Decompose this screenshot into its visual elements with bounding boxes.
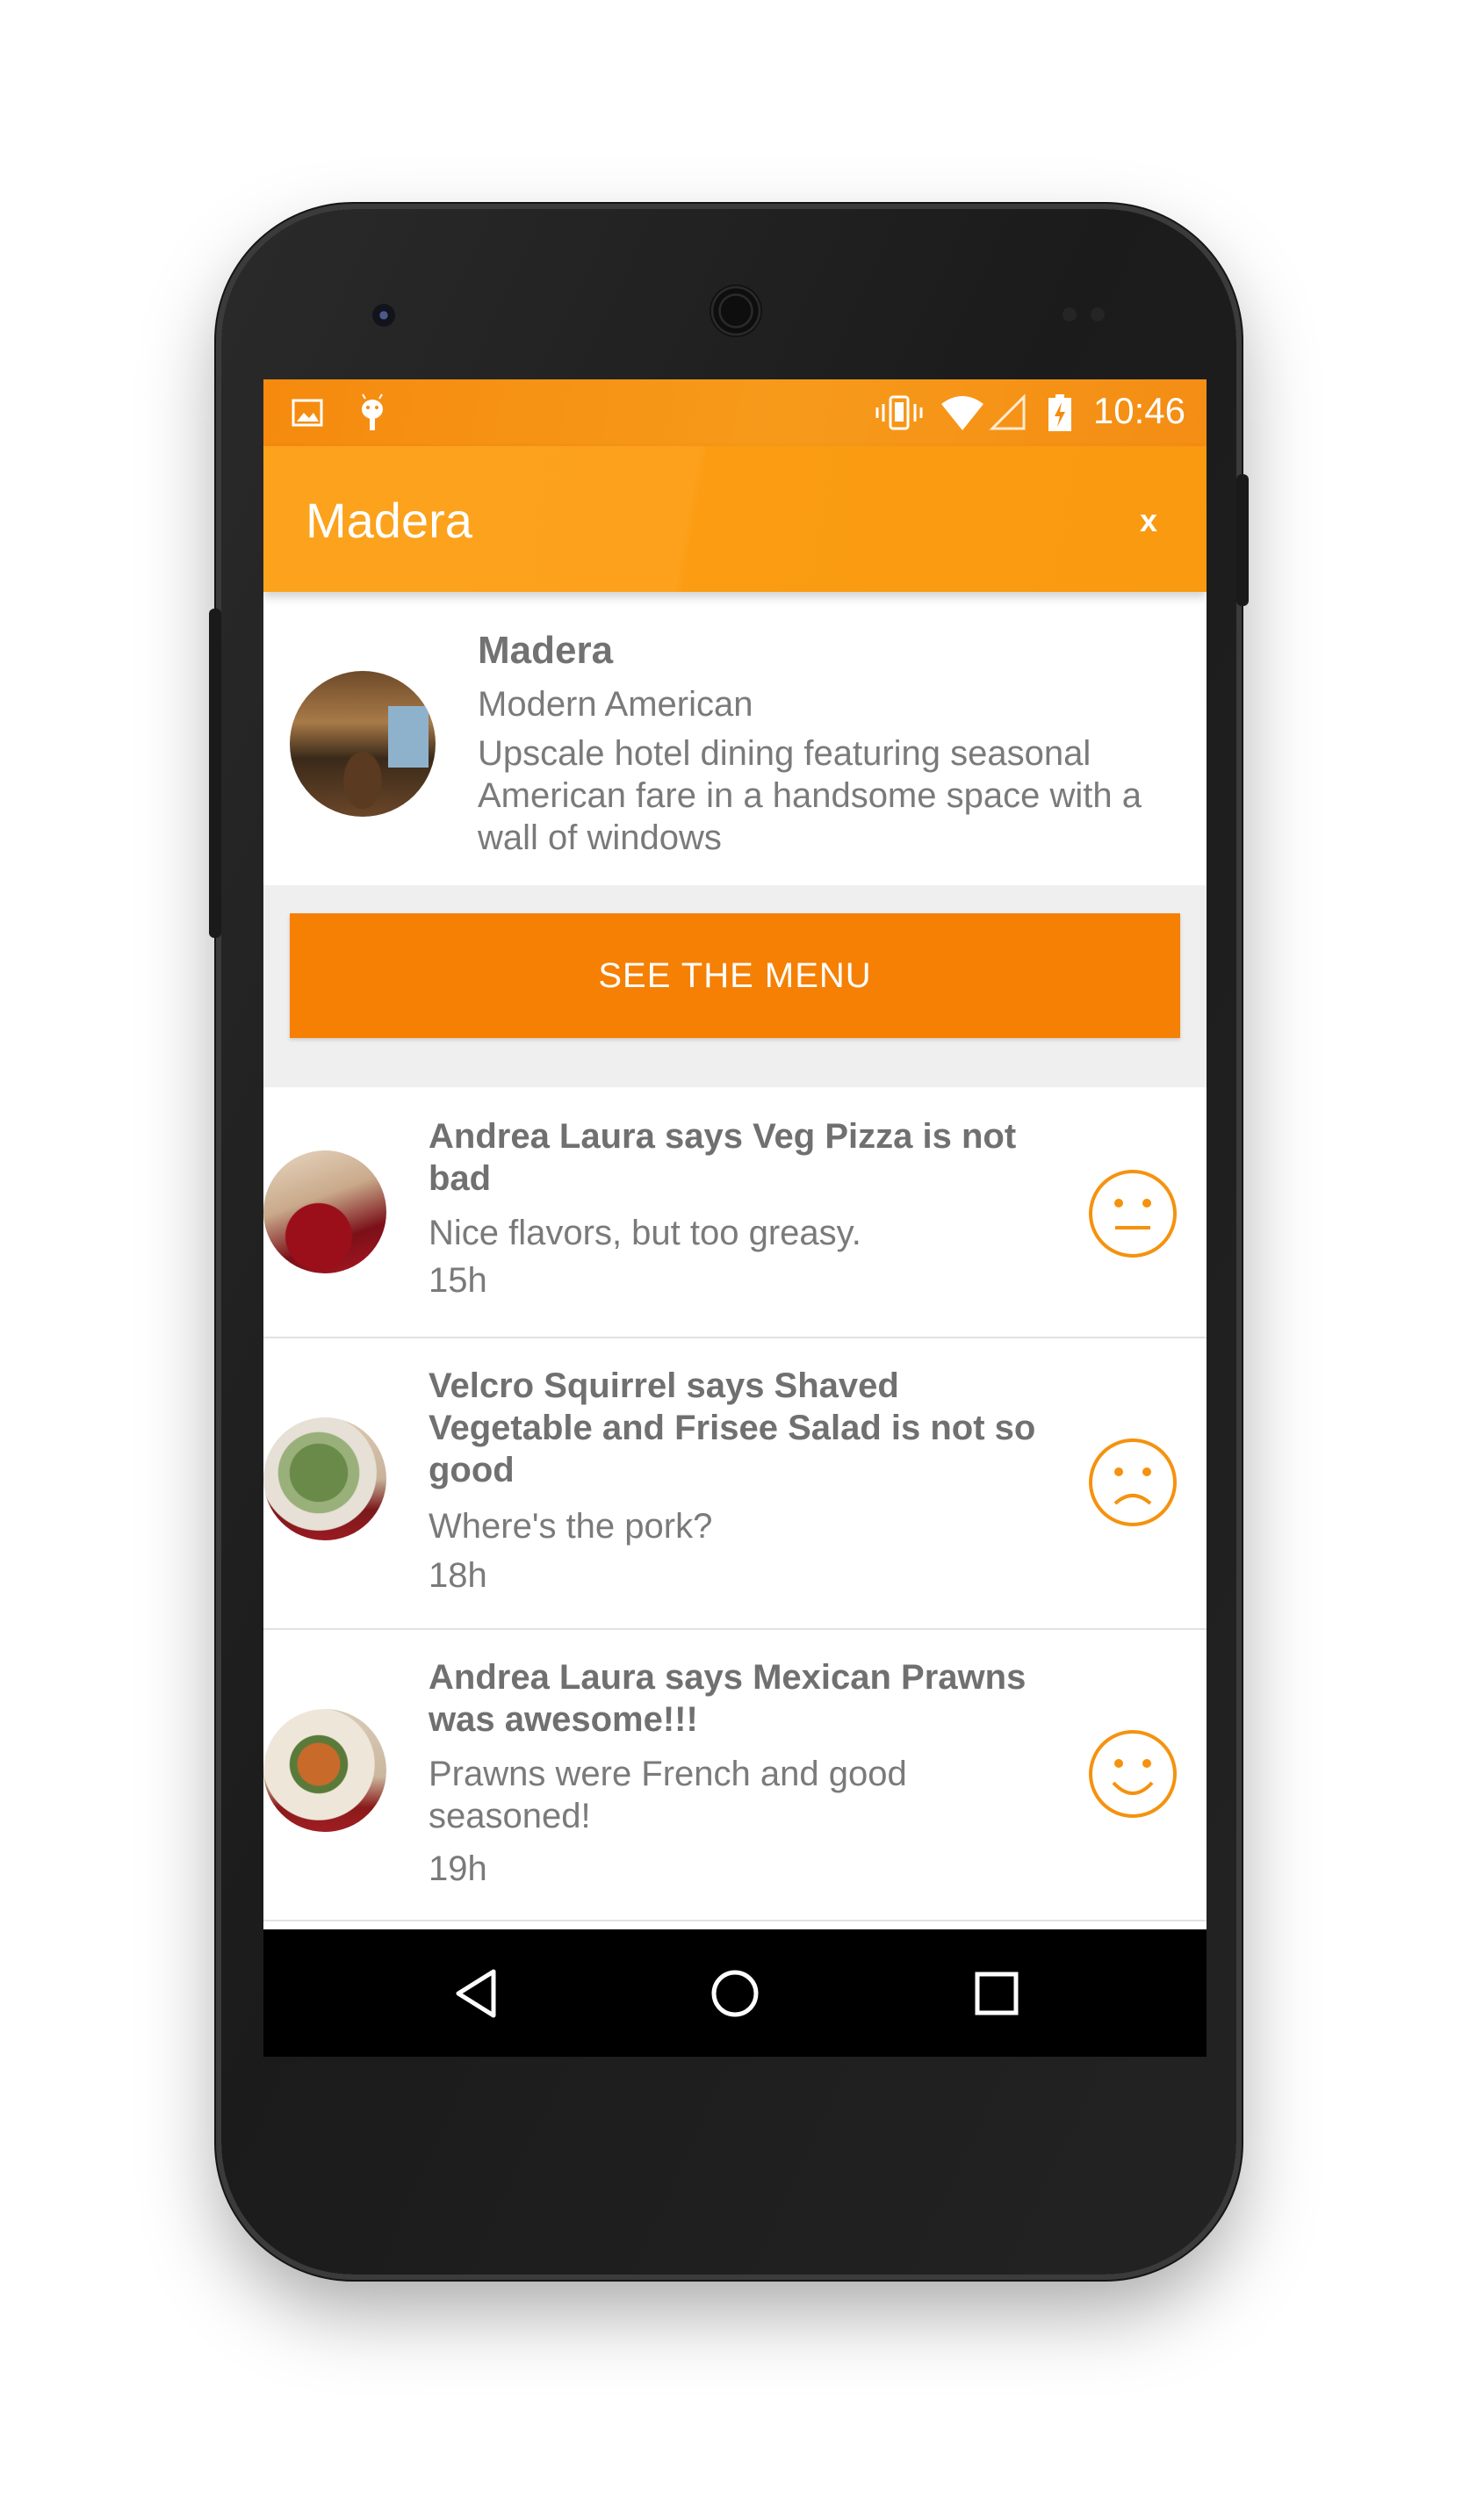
review-comment: Nice flavors, but too greasy.	[429, 1214, 861, 1252]
recents-icon[interactable]	[966, 1963, 1027, 2024]
light-sensor	[1091, 307, 1105, 321]
review-item[interactable]: Andrea Laura says Mexican Prawns was awe…	[263, 1630, 1207, 1921]
image-icon	[292, 399, 323, 427]
happy-face-icon	[1089, 1730, 1177, 1818]
vibrate-icon	[875, 395, 923, 430]
proximity-sensor	[1063, 307, 1077, 321]
wifi-icon	[941, 396, 983, 430]
back-icon[interactable]	[448, 1963, 509, 2024]
restaurant-cuisine: Modern American	[478, 685, 753, 724]
restaurant-name: Madera	[478, 629, 614, 672]
battery-charging-icon	[1048, 394, 1071, 431]
screen: 10:46 Madera x Madera Modern American Up…	[263, 379, 1207, 2057]
neutral-face-icon	[1089, 1170, 1177, 1258]
review-item[interactable]: Andrea Laura says Veg Pizza is not bad N…	[263, 1089, 1207, 1338]
review-comment: Prawns were French and good seasoned!	[429, 1755, 907, 1835]
power-button	[1236, 474, 1249, 606]
android-icon	[362, 393, 383, 430]
restaurant-description: Upscale hotel dining featuring seasonal …	[478, 734, 1142, 857]
navigation-bar	[263, 1929, 1207, 2057]
review-title: Velcro Squirrel says Shaved Vegetable an…	[429, 1366, 1036, 1489]
dish-photo	[263, 1709, 386, 1832]
dish-photo	[263, 1150, 386, 1273]
page-title: Madera	[306, 493, 472, 548]
status-bar: 10:46	[263, 379, 1207, 446]
review-time: 18h	[429, 1556, 487, 1595]
dish-photo	[263, 1417, 386, 1540]
review-title: Andrea Laura says Mexican Prawns was awe…	[429, 1658, 1027, 1739]
status-time: 10:46	[1092, 390, 1185, 431]
review-comment: Where's the pork?	[429, 1507, 713, 1546]
app-bar: Madera x	[263, 446, 1207, 592]
home-icon[interactable]	[704, 1963, 766, 2024]
sad-face-icon	[1089, 1438, 1177, 1526]
volume-button	[209, 609, 221, 938]
close-button[interactable]: x	[1140, 502, 1157, 539]
restaurant-header: Madera Modern American Upscale hotel din…	[263, 592, 1207, 857]
review-item[interactable]: Velcro Squirrel says Shaved Vegetable an…	[263, 1338, 1207, 1630]
review-time: 19h	[429, 1849, 487, 1888]
review-title: Andrea Laura says Veg Pizza is not bad	[429, 1117, 1017, 1198]
restaurant-photo	[290, 671, 436, 817]
earpiece-speaker	[710, 285, 762, 337]
review-time: 15h	[429, 1261, 487, 1300]
signal-icon	[989, 393, 1026, 430]
see-menu-button[interactable]: SEE THE MENU	[290, 913, 1180, 1038]
front-camera	[372, 304, 395, 327]
